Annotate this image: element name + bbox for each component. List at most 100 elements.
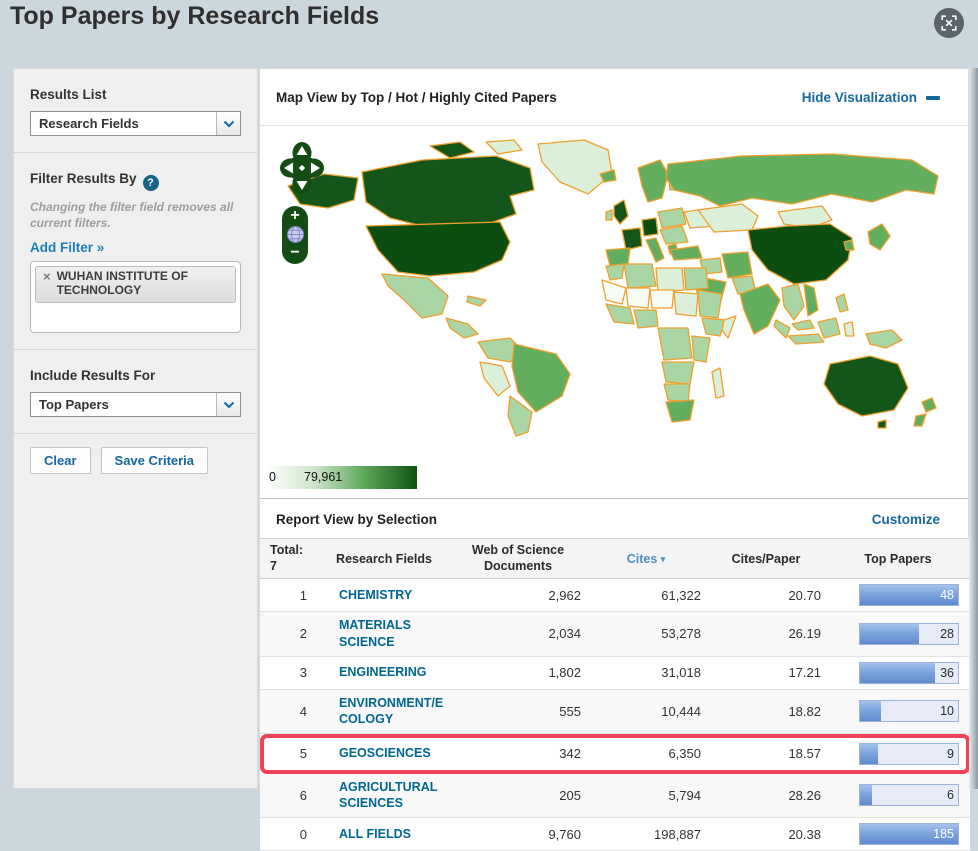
column-header-wos-documents[interactable]: Web of Science Documents [450, 538, 586, 580]
panel-edge-shadow [969, 68, 978, 789]
map-pan-control[interactable] [280, 142, 324, 202]
report-table: Total: 7 Research Fields Web of Science … [260, 538, 970, 851]
field-link[interactable]: AGRICULTURAL SCIENCES [339, 780, 437, 811]
row-top-papers: 9 [826, 733, 970, 774]
legend-max-value: 79,961 [304, 470, 343, 484]
table-row: 6 AGRICULTURAL SCIENCES 205 5,794 28.26 6 [260, 773, 970, 818]
top-papers-bar-fill [860, 701, 881, 722]
results-list-section: Results List Research Fields [14, 69, 257, 153]
row-cites-per-paper: 17.21 [706, 656, 826, 690]
row-rank: 0 [260, 818, 318, 851]
field-link[interactable]: ALL FIELDS [339, 827, 411, 841]
top-papers-bar-fill [860, 743, 878, 764]
row-field: ALL FIELDS [318, 818, 450, 851]
column-header-cites-per-paper[interactable]: Cites/Paper [706, 538, 826, 580]
table-row: 1 CHEMISTRY 2,962 61,322 20.70 48 [260, 579, 970, 613]
row-wos-documents: 205 [450, 773, 586, 818]
column-header-total: Total: 7 [260, 538, 318, 580]
filter-results-label-text: Filter Results By [30, 171, 137, 186]
map-zoom-control[interactable]: + − [282, 206, 308, 264]
row-cites-per-paper: 28.26 [706, 773, 826, 818]
save-criteria-button[interactable]: Save Criteria [100, 447, 209, 475]
top-papers-bar: 10 [859, 700, 959, 723]
include-results-section: Include Results For Top Papers [14, 350, 257, 435]
table-row: 5 GEOSCIENCES 342 6,350 18.57 9 [260, 733, 970, 774]
fullscreen-button[interactable] [934, 8, 964, 38]
top-papers-bar: 6 [859, 784, 959, 807]
row-rank: 2 [260, 612, 318, 657]
report-view-title: Report View by Selection [276, 512, 438, 527]
results-list-select[interactable]: Research Fields [30, 111, 241, 136]
row-top-papers: 10 [826, 689, 970, 734]
row-top-papers: 185 [826, 818, 970, 851]
top-papers-value: 9 [947, 746, 954, 761]
include-results-select[interactable]: Top Papers [30, 392, 241, 418]
row-rank: 1 [260, 579, 318, 613]
fullscreen-icon [941, 15, 957, 31]
row-cites-per-paper: 20.70 [706, 579, 826, 613]
report-view-header: Report View by Selection Customize [260, 498, 968, 538]
row-field: ENVIRONMENT/E COLOGY [318, 689, 450, 734]
active-filters-box: × WUHAN INSTITUTE OF TECHNOLOGY [30, 261, 241, 334]
row-cites: 10,444 [586, 689, 706, 734]
row-rank: 5 [260, 733, 318, 774]
row-top-papers: 6 [826, 773, 970, 818]
results-list-label: Results List [30, 87, 107, 102]
field-link[interactable]: ENGINEERING [339, 665, 427, 679]
row-rank: 3 [260, 656, 318, 690]
field-link[interactable]: MATERIALS SCIENCE [339, 618, 411, 649]
field-link[interactable]: CHEMISTRY [339, 588, 412, 602]
top-papers-bar: 36 [859, 661, 959, 684]
add-filter-link[interactable]: Add Filter » [30, 240, 104, 255]
table-row: 2 MATERIALS SCIENCE 2,034 53,278 26.19 28 [260, 612, 970, 657]
column-header-research-fields[interactable]: Research Fields [318, 538, 450, 580]
row-wos-documents: 342 [450, 733, 586, 774]
filter-tag-label: WUHAN INSTITUTE OF TECHNOLOGY [56, 269, 188, 297]
map-visualization[interactable]: + − 0 79,961 [260, 126, 968, 498]
clear-button[interactable]: Clear [30, 447, 91, 475]
chevron-down-icon[interactable] [216, 393, 240, 417]
row-cites: 61,322 [586, 579, 706, 613]
row-wos-documents: 2,962 [450, 579, 586, 613]
world-map[interactable] [272, 138, 962, 438]
results-list-selected-value: Research Fields [39, 116, 139, 131]
remove-filter-icon[interactable]: × [43, 269, 51, 284]
row-wos-documents: 555 [450, 689, 586, 734]
field-link[interactable]: ENVIRONMENT/E COLOGY [339, 696, 443, 727]
column-header-cites[interactable]: Cites ▾ [586, 538, 706, 580]
zoom-in-button[interactable]: + [290, 208, 299, 224]
row-top-papers: 48 [826, 579, 970, 613]
field-link[interactable]: GEOSCIENCES [339, 746, 431, 760]
filter-tag-wuhan-institute[interactable]: × WUHAN INSTITUTE OF TECHNOLOGY [35, 266, 236, 303]
top-papers-value: 10 [940, 704, 954, 719]
row-top-papers: 36 [826, 656, 970, 690]
top-papers-value: 28 [940, 626, 954, 641]
row-field: AGRICULTURAL SCIENCES [318, 773, 450, 818]
help-icon[interactable]: ? [142, 175, 159, 191]
row-cites: 6,350 [586, 733, 706, 774]
filters-sidebar: Results List Research Fields Filter Resu… [13, 68, 258, 789]
row-wos-documents: 2,034 [450, 612, 586, 657]
collapse-icon [926, 96, 940, 100]
table-row: 4 ENVIRONMENT/E COLOGY 555 10,444 18.82 10 [260, 689, 970, 734]
hide-visualization-link[interactable]: Hide Visualization [802, 90, 940, 105]
row-cites-per-paper: 20.38 [706, 818, 826, 851]
globe-icon[interactable] [286, 225, 304, 243]
sort-descending-icon: ▾ [660, 553, 666, 564]
top-papers-bar: 185 [859, 823, 959, 845]
page-title: Top Papers by Research Fields [10, 2, 380, 30]
zoom-out-button[interactable]: − [290, 245, 299, 261]
row-rank: 6 [260, 773, 318, 818]
top-papers-bar: 48 [859, 584, 959, 607]
chevron-down-icon[interactable] [216, 112, 240, 135]
row-cites-per-paper: 26.19 [706, 612, 826, 657]
customize-link[interactable]: Customize [872, 512, 940, 527]
row-rank: 4 [260, 689, 318, 734]
row-field: MATERIALS SCIENCE [318, 612, 450, 657]
row-field: CHEMISTRY [318, 579, 450, 613]
report-table-head: Total: 7 Research Fields Web of Science … [260, 538, 970, 580]
column-header-top-papers[interactable]: Top Papers [826, 538, 970, 580]
top-papers-bar-fill [860, 785, 872, 806]
table-row: 0 ALL FIELDS 9,760 198,887 20.38 185 [260, 818, 970, 851]
top-papers-bar: 9 [859, 742, 959, 765]
